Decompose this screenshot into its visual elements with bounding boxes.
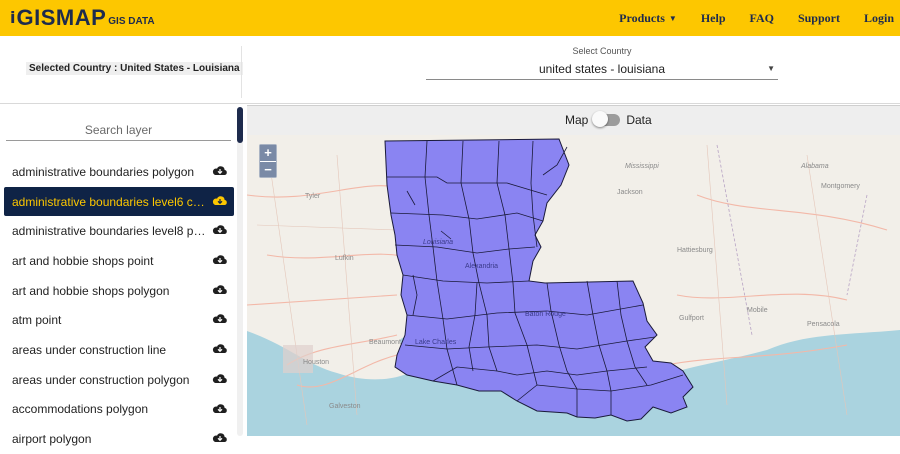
cloud-download-icon[interactable] <box>212 164 228 178</box>
nav-support[interactable]: Support <box>798 11 840 26</box>
gismap-logo[interactable]: i GISMAP GIS DATA <box>10 5 155 31</box>
map-label: Lufkin <box>335 255 354 262</box>
layer-item-label: art and hobbie shops point <box>12 253 154 268</box>
toggle-data-label[interactable]: Data <box>626 113 651 127</box>
map-label: Jackson <box>617 189 643 196</box>
map-view[interactable]: + − Tyler Lufkin Houston Beaumont Galves… <box>247 135 900 436</box>
nav-login[interactable]: Login <box>864 11 894 26</box>
map-label: Tyler <box>305 193 321 200</box>
map-label: Galveston <box>329 403 361 410</box>
map-label: Houston <box>303 359 330 366</box>
louisiana-counties-layer[interactable] <box>384 138 694 422</box>
cloud-download-icon[interactable] <box>212 431 228 445</box>
layer-item-label: areas under construction polygon <box>12 372 190 387</box>
view-toggle: Map Data <box>565 111 652 127</box>
layer-item[interactable]: art and hobbie shops polygon <box>4 276 234 306</box>
map-data-switch[interactable] <box>592 111 621 127</box>
dropdown-arrow-icon: ▼ <box>767 64 775 73</box>
nav-products-label: Products <box>619 10 665 25</box>
map-label: Montgomery <box>821 183 860 190</box>
map-label: Pensacola <box>807 321 840 328</box>
layer-item[interactable]: administrative boundaries level8 polygon <box>4 216 234 246</box>
map-label: Alabama <box>801 163 829 170</box>
main-nav: Products ▼ Help FAQ Support Login <box>595 0 894 36</box>
switch-knob <box>592 111 609 127</box>
zoom-in-button[interactable]: + <box>260 145 276 161</box>
map-label: Mississippi <box>625 163 659 170</box>
country-select-dropdown[interactable]: united states - louisiana ▼ <box>426 60 778 80</box>
layer-item-label: administrative boundaries polygon <box>12 164 195 179</box>
divider <box>241 46 242 98</box>
layer-item-label: administrative boundaries level6 countie… <box>12 194 206 209</box>
search-layer-field <box>6 119 231 141</box>
nav-products[interactable]: Products ▼ <box>619 11 677 26</box>
map-label: Baton Rouge <box>525 311 566 318</box>
map-label: Beaumont <box>369 339 401 346</box>
zoom-out-button[interactable]: − <box>260 161 276 177</box>
layer-item[interactable]: airport polygon <box>4 424 234 454</box>
logo-pin-glyph: i <box>10 8 16 27</box>
layer-item-selected[interactable]: administrative boundaries level6 countie… <box>4 186 234 217</box>
cloud-download-icon[interactable] <box>212 223 228 237</box>
cloud-download-icon[interactable] <box>212 372 228 386</box>
cloud-download-icon[interactable] <box>212 283 228 297</box>
selected-country-badge: Selected Country : United States - Louis… <box>26 62 243 75</box>
zoom-control: + − <box>259 144 277 178</box>
map-label: Louisiana <box>423 239 453 246</box>
layer-item-label: accommodations polygon <box>12 402 149 417</box>
search-layer-input[interactable] <box>6 119 231 140</box>
country-selection-bar: Selected Country : United States - Louis… <box>0 36 900 104</box>
cloud-download-icon[interactable] <box>212 194 228 208</box>
top-header: i GISMAP GIS DATA Products ▼ Help FAQ Su… <box>0 0 900 36</box>
map-data-toolbar: Map Data <box>247 105 900 135</box>
layer-item[interactable]: administrative boundaries polygon <box>4 157 234 187</box>
map-label: Mobile <box>747 307 768 314</box>
scrollbar-track[interactable] <box>237 107 243 436</box>
cloud-download-icon[interactable] <box>212 402 228 416</box>
basemap <box>247 138 900 436</box>
select-country-label: Select Country <box>572 46 632 56</box>
country-select-value: united states - louisiana <box>538 62 666 76</box>
layer-item-label: airport polygon <box>12 432 92 447</box>
layer-item[interactable]: areas under construction line <box>4 335 234 365</box>
layer-item[interactable]: areas under construction polygon <box>4 365 234 395</box>
map-label: Hattiesburg <box>677 247 713 254</box>
cloud-download-icon[interactable] <box>212 253 228 267</box>
map-label: Alexandria <box>465 263 499 270</box>
layer-list: administrative boundaries polygon admini… <box>4 157 234 454</box>
logo-wordmark: GISMAP <box>16 5 107 30</box>
layer-item-label: art and hobbie shops polygon <box>12 283 170 298</box>
layer-sidebar: administrative boundaries polygon admini… <box>0 105 246 446</box>
layer-item-label: administrative boundaries level8 polygon <box>12 224 206 239</box>
map-label: Lake Charles <box>415 339 457 346</box>
scrollbar-thumb[interactable] <box>237 107 243 143</box>
layer-item[interactable]: art and hobbie shops point <box>4 246 234 276</box>
layer-item-label: areas under construction line <box>12 342 167 357</box>
nav-help[interactable]: Help <box>701 11 726 26</box>
caret-down-icon: ▼ <box>668 13 677 23</box>
cloud-download-icon[interactable] <box>212 312 228 326</box>
state-borders <box>716 144 868 336</box>
map-label: Gulfport <box>679 315 704 322</box>
layer-item[interactable]: atm point <box>4 305 234 335</box>
nav-faq[interactable]: FAQ <box>750 11 774 26</box>
toggle-map-label[interactable]: Map <box>565 113 588 127</box>
layer-item[interactable]: accommodations polygon <box>4 395 234 425</box>
logo-subtitle: GIS DATA <box>108 16 155 27</box>
cloud-download-icon[interactable] <box>212 342 228 356</box>
layer-item-label: atm point <box>12 313 62 328</box>
